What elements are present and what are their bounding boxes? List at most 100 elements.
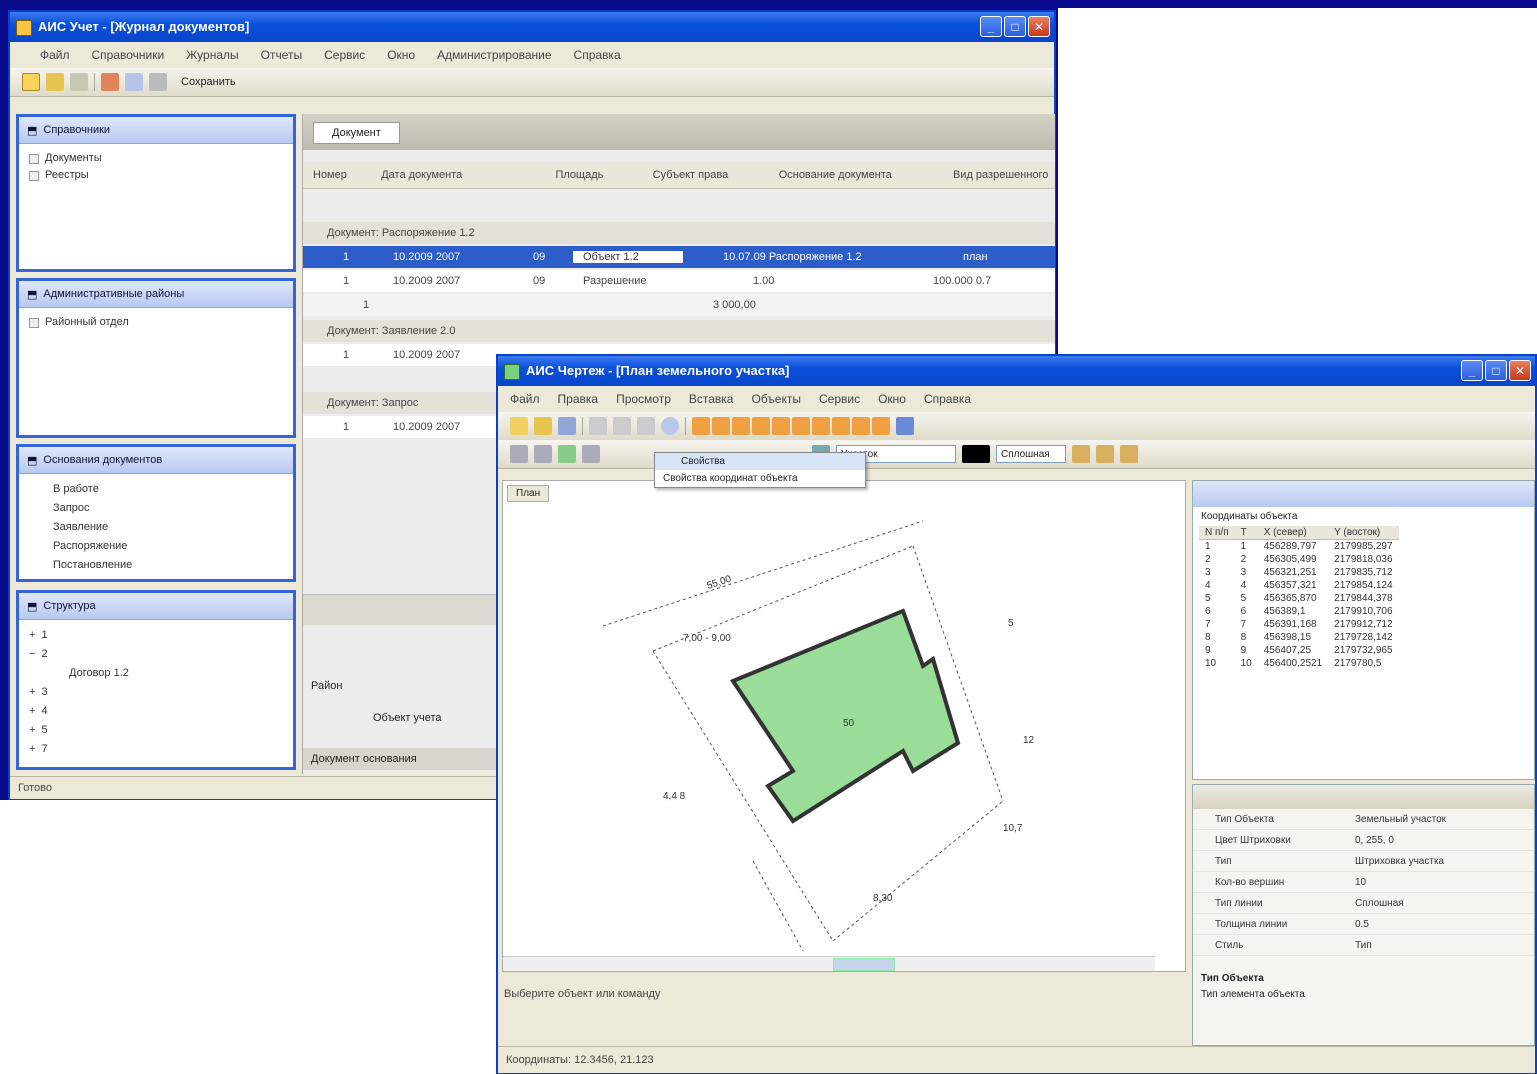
menu-refs[interactable]: Справочники: [92, 48, 165, 62]
linetype-dropdown[interactable]: Сплошная: [996, 445, 1066, 463]
coords-row[interactable]: 5 5 456365,870 2179844,378: [1199, 592, 1399, 605]
menu-item-properties[interactable]: Свойства: [655, 453, 865, 470]
menu-journals[interactable]: Журналы: [186, 48, 238, 62]
polygon-tool-icon[interactable]: [752, 417, 770, 435]
list-item[interactable]: Постановление: [53, 556, 283, 575]
canvas-tab[interactable]: План: [507, 485, 550, 502]
rect-tool-icon[interactable]: [772, 417, 790, 435]
measure-tool-icon[interactable]: [872, 417, 890, 435]
minimize-button[interactable]: _: [980, 16, 1002, 37]
menu-objects[interactable]: Объекты: [751, 392, 801, 406]
open-icon[interactable]: [46, 73, 64, 91]
eraser-icon[interactable]: [1120, 445, 1138, 463]
tree-item[interactable]: +5: [29, 721, 283, 740]
property-row[interactable]: Кол-во вершин 10: [1193, 872, 1534, 893]
tree-item[interactable]: +4: [29, 702, 283, 721]
menu-service[interactable]: Сервис: [819, 392, 860, 406]
point-tool-icon[interactable]: [692, 417, 710, 435]
select-icon[interactable]: [510, 445, 528, 463]
col-x[interactable]: Х (север): [1257, 526, 1329, 540]
property-value[interactable]: 0.5: [1355, 919, 1534, 930]
circle-tool-icon[interactable]: [792, 417, 810, 435]
menu-window[interactable]: Окно: [878, 392, 906, 406]
zoom-icon[interactable]: [661, 417, 679, 435]
col-subject[interactable]: Субъект права: [643, 169, 769, 181]
menu-item-coord-properties[interactable]: Свойства координат объекта: [655, 470, 865, 487]
copy-icon[interactable]: [125, 73, 143, 91]
property-row[interactable]: Тип линии Сплошная: [1193, 893, 1534, 914]
tree-item[interactable]: −2: [29, 645, 283, 664]
close-button[interactable]: ✕: [1509, 360, 1531, 381]
front-window-titlebar[interactable]: АИС Чертеж - [План земельного участка] _…: [498, 356, 1535, 386]
pencil-icon[interactable]: [1072, 445, 1090, 463]
ortho-icon[interactable]: [582, 445, 600, 463]
tree-item[interactable]: +7: [29, 740, 283, 759]
list-item[interactable]: Заявление: [53, 518, 283, 537]
drawing-canvas[interactable]: План 50 55,00 7,00 - 9,00 4,4 8 10,7 8,3…: [502, 480, 1186, 972]
open-icon[interactable]: [534, 417, 552, 435]
scroll-thumb[interactable]: [833, 958, 895, 971]
col-number[interactable]: Номер: [303, 169, 371, 181]
layer-icon[interactable]: [896, 417, 914, 435]
list-item[interactable]: Распоряжение: [53, 537, 283, 556]
menu-admin[interactable]: Администрирование: [437, 48, 551, 62]
tree-item[interactable]: Документы: [29, 150, 283, 167]
tree-item[interactable]: Районный отдел: [29, 314, 283, 331]
building-footprint[interactable]: [729, 608, 961, 824]
group-row[interactable]: Документ: Распоряжение 1.2: [303, 222, 1055, 244]
edit-icon[interactable]: [70, 73, 88, 91]
minimize-button[interactable]: _: [1461, 360, 1483, 381]
snap-icon[interactable]: [534, 445, 552, 463]
tree-item[interactable]: Реестры: [29, 167, 283, 184]
col-point[interactable]: Т: [1234, 526, 1258, 540]
col-basis[interactable]: Основание документа: [769, 169, 943, 181]
coords-row[interactable]: 2 2 456305,499 2179818,036: [1199, 553, 1399, 566]
polyline-tool-icon[interactable]: [732, 417, 750, 435]
menu-insert[interactable]: Вставка: [689, 392, 734, 406]
line-tool-icon[interactable]: [712, 417, 730, 435]
hatch-tool-icon[interactable]: [852, 417, 870, 435]
menu-file[interactable]: Файл: [40, 48, 70, 62]
dim-tool-icon[interactable]: [832, 417, 850, 435]
refresh-icon[interactable]: [149, 73, 167, 91]
coords-row[interactable]: 8 8 456398,15 2179728,142: [1199, 631, 1399, 644]
grid-icon[interactable]: [558, 445, 576, 463]
back-window-titlebar[interactable]: АИС Учет - [Журнал документов] _ □ ✕: [10, 12, 1054, 42]
property-value[interactable]: Тип: [1355, 940, 1534, 951]
maximize-button[interactable]: □: [1004, 16, 1026, 37]
property-value[interactable]: 10: [1355, 877, 1534, 888]
col-use[interactable]: Вид разрешенного: [943, 169, 1055, 181]
color-swatch-icon[interactable]: [962, 445, 990, 463]
tab-document[interactable]: Документ: [313, 122, 400, 144]
menu-window[interactable]: Окно: [387, 48, 415, 62]
menu-edit[interactable]: Правка: [558, 392, 599, 406]
coords-row[interactable]: 7 7 456391,168 2179912,712: [1199, 618, 1399, 631]
save-icon[interactable]: [558, 417, 576, 435]
maximize-button[interactable]: □: [1485, 360, 1507, 381]
property-value[interactable]: 0, 255, 0: [1355, 835, 1534, 846]
table-row[interactable]: 1 10.2009 2007 09 Разрешение 1.00 100.00…: [303, 270, 1055, 292]
menu-file[interactable]: Файл: [510, 392, 540, 406]
property-row[interactable]: Цвет Штриховки 0, 255, 0: [1193, 830, 1534, 851]
coords-row[interactable]: 6 6 456389,1 2179910,706: [1199, 605, 1399, 618]
property-value[interactable]: Сплошная: [1355, 898, 1534, 909]
menu-reports[interactable]: Отчеты: [261, 48, 302, 62]
group-row[interactable]: Документ: Заявление 2.0: [303, 320, 1055, 342]
tree-item[interactable]: +3: [29, 683, 283, 702]
coords-row[interactable]: 1 1 456289,797 2179985,297: [1199, 540, 1399, 554]
property-row[interactable]: Тип Штриховка участка: [1193, 851, 1534, 872]
menu-service[interactable]: Сервис: [324, 48, 365, 62]
print-icon[interactable]: [101, 73, 119, 91]
menu-help[interactable]: Справка: [924, 392, 971, 406]
save-label[interactable]: Сохранить: [181, 76, 236, 88]
coords-row[interactable]: 10 10 456400,2521 2179780,5: [1199, 657, 1399, 670]
table-row-selected[interactable]: 1 10.2009 2007 09 Объект 1.2 10.07.09 Ра…: [303, 246, 1055, 268]
menu-help[interactable]: Справка: [574, 48, 621, 62]
close-button[interactable]: ✕: [1028, 16, 1050, 37]
list-item[interactable]: Запрос: [53, 499, 283, 518]
horizontal-scrollbar[interactable]: [503, 956, 1155, 971]
brush-icon[interactable]: [1096, 445, 1114, 463]
col-area[interactable]: Площадь: [545, 169, 642, 181]
coords-row[interactable]: 4 4 456357,321 2179854,124: [1199, 579, 1399, 592]
text-tool-icon[interactable]: [812, 417, 830, 435]
